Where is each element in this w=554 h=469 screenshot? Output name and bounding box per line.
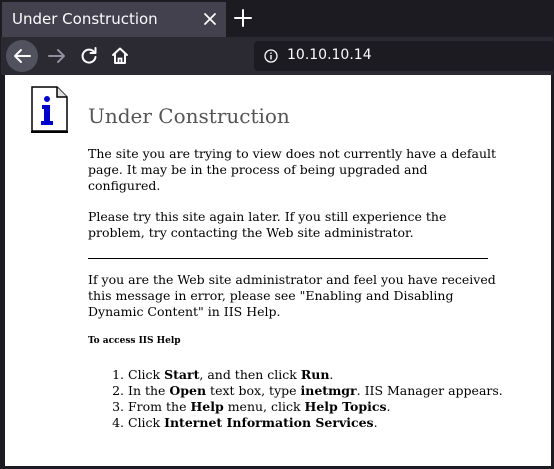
paragraph-default-page: The site you are trying to view does not…	[88, 146, 497, 193]
page-title: Under Construction	[88, 104, 290, 128]
paragraph-administrator: If you are the Web site administrator an…	[88, 272, 496, 319]
plus-icon[interactable]	[231, 6, 255, 30]
reload-icon[interactable]	[73, 40, 105, 72]
browser-window: Under Construction 10.10.10.14 Under Con…	[0, 0, 554, 469]
url-text[interactable]: 10.10.10.14	[287, 47, 372, 63]
back-arrow-icon[interactable]	[6, 40, 38, 72]
help-steps-list: Click Start, and then click Run. In the …	[88, 367, 508, 431]
help-heading: To access IIS Help	[88, 336, 181, 346]
info-document-icon	[29, 85, 69, 133]
home-icon[interactable]	[104, 40, 136, 72]
close-icon[interactable]	[199, 8, 221, 30]
list-item: Click Internet Information Services.	[128, 415, 508, 431]
paragraph-try-again: Please try this site again later. If you…	[88, 209, 447, 240]
forward-arrow-icon[interactable]	[41, 40, 73, 72]
info-icon[interactable]	[264, 49, 278, 63]
tab-strip: Under Construction	[1, 1, 553, 37]
list-item: From the Help menu, click Help Topics.	[128, 399, 508, 415]
url-bar[interactable]: 10.10.10.14	[254, 41, 553, 71]
tab-title: Under Construction	[12, 10, 158, 28]
tab-under-construction[interactable]: Under Construction	[2, 2, 226, 37]
page-content: Under Construction The site you are tryi…	[5, 75, 551, 466]
navigation-bar: 10.10.10.14	[1, 37, 553, 75]
list-item: In the Open text box, type inetmgr. IIS …	[128, 383, 508, 399]
list-item: Click Start, and then click Run.	[128, 367, 508, 383]
divider	[88, 258, 488, 259]
